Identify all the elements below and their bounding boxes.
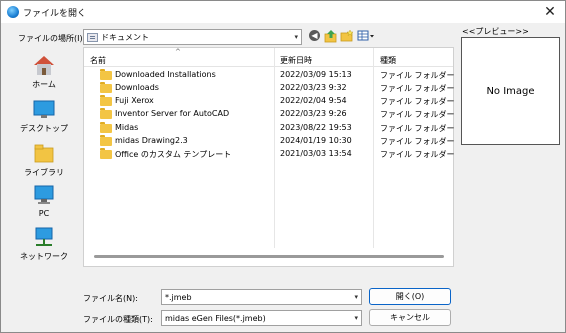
list-item[interactable]: Office のカスタム テンプレート 2021/03/03 13:54 ファイ… <box>84 148 455 161</box>
preview-placeholder: No Image <box>486 86 535 97</box>
place-pc[interactable]: PC <box>13 184 75 224</box>
list-item[interactable]: midas Drawing2.3 2024/01/19 10:30 ファイル フ… <box>84 135 455 148</box>
folder-icon <box>100 148 112 159</box>
place-network[interactable]: ネットワーク <box>13 226 75 266</box>
file-date: 2022/03/23 9:26 <box>280 109 347 118</box>
desktop-icon <box>32 98 56 120</box>
folder-icon <box>100 69 112 80</box>
chevron-down-icon[interactable]: ▾ <box>294 33 298 41</box>
title-bar: ファイルを開く ✕ <box>1 1 565 23</box>
file-name: Inventor Server for AutoCAD <box>115 109 230 118</box>
horizontal-scrollbar[interactable] <box>94 255 444 258</box>
filename-input[interactable]: *.jmeb ▾ <box>161 289 362 305</box>
places-bar: ホーム デスクトップ ライブラリ PC ネットワーク <box>13 46 75 269</box>
file-list-header: ^ 名前 更新日時 種類 <box>84 48 453 248</box>
list-item[interactable]: Downloads 2022/03/23 9:32 ファイル フォルダー <box>84 82 455 95</box>
place-label: ホーム <box>32 80 56 89</box>
place-home[interactable]: ホーム <box>13 54 75 94</box>
file-date: 2022/02/04 9:54 <box>280 96 347 105</box>
close-button[interactable]: ✕ <box>541 3 559 21</box>
file-name: Office のカスタム テンプレート <box>115 150 232 159</box>
place-label: デスクトップ <box>20 124 68 133</box>
column-name[interactable]: 名前 <box>90 55 106 66</box>
file-date: 2021/03/03 13:54 <box>280 149 352 158</box>
file-name: Midas <box>115 123 139 132</box>
preview-label: <<プレビュー>> <box>462 27 529 36</box>
place-label: ライブラリ <box>24 168 64 177</box>
filename-value: *.jmeb <box>165 293 192 302</box>
folder-icon <box>100 95 112 106</box>
filetype-value: midas eGen Files(*.jmeb) <box>165 314 266 323</box>
folder-icon <box>100 135 112 146</box>
file-type: ファイル フォルダー <box>380 84 455 93</box>
home-icon <box>32 54 56 76</box>
app-icon <box>7 6 19 18</box>
open-file-dialog: ファイルを開く ✕ ファイルの場所(I): ドキュメント ▾ ◀ ホーム デスク… <box>0 0 566 333</box>
file-date: 2023/08/22 19:53 <box>280 123 352 132</box>
file-type: ファイル フォルダー <box>380 150 455 159</box>
pc-icon <box>32 184 56 206</box>
place-desktop[interactable]: デスクトップ <box>13 98 75 138</box>
documents-folder-icon <box>87 33 98 42</box>
chevron-down-icon[interactable]: ▾ <box>354 314 358 322</box>
view-menu-icon[interactable] <box>357 29 375 43</box>
file-type: ファイル フォルダー <box>380 124 455 133</box>
file-date: 2022/03/09 15:13 <box>280 70 352 79</box>
column-date[interactable]: 更新日時 <box>280 55 312 66</box>
location-value: ドキュメント <box>101 33 149 42</box>
file-date: 2022/03/23 9:32 <box>280 83 347 92</box>
folder-icon <box>100 82 112 93</box>
file-type: ファイル フォルダー <box>380 71 455 80</box>
filetype-label: ファイルの種類(T): <box>83 315 153 324</box>
file-name: midas Drawing2.3 <box>115 136 188 145</box>
file-date: 2024/01/19 10:30 <box>280 136 352 145</box>
back-icon[interactable]: ◀ <box>309 30 320 41</box>
place-label: ネットワーク <box>20 252 68 261</box>
preview-pane: No Image <box>461 37 560 145</box>
location-label: ファイルの場所(I): <box>18 34 86 43</box>
network-icon <box>32 226 56 248</box>
list-item[interactable]: Midas 2023/08/22 19:53 ファイル フォルダー <box>84 122 455 135</box>
file-type: ファイル フォルダー <box>380 137 455 146</box>
list-item[interactable]: Downloaded Installations 2022/03/09 15:1… <box>84 69 455 82</box>
file-type: ファイル フォルダー <box>380 110 455 119</box>
new-folder-icon[interactable] <box>340 29 354 43</box>
filetype-select[interactable]: midas eGen Files(*.jmeb) ▾ <box>161 310 362 326</box>
location-combo[interactable]: ドキュメント ▾ <box>83 29 302 45</box>
place-library[interactable]: ライブラリ <box>13 142 75 182</box>
chevron-down-icon[interactable]: ▾ <box>354 293 358 301</box>
cancel-button[interactable]: キャンセル <box>369 309 451 326</box>
column-type[interactable]: 種類 <box>380 55 396 66</box>
file-name: Downloaded Installations <box>115 70 216 79</box>
folder-icon <box>100 122 112 133</box>
filename-label: ファイル名(N): <box>83 294 138 303</box>
up-folder-icon[interactable] <box>324 29 338 43</box>
list-item[interactable]: Inventor Server for AutoCAD 2022/03/23 9… <box>84 108 455 121</box>
list-item[interactable]: Fuji Xerox 2022/02/04 9:54 ファイル フォルダー <box>84 95 455 108</box>
file-name: Fuji Xerox <box>115 96 154 105</box>
window-title: ファイルを開く <box>23 9 87 19</box>
library-icon <box>32 142 56 164</box>
folder-icon <box>100 108 112 119</box>
open-button[interactable]: 開く(O) <box>369 288 451 305</box>
file-name: Downloads <box>115 83 159 92</box>
sort-ascending-icon: ^ <box>175 48 181 56</box>
file-list[interactable]: ^ 名前 更新日時 種類 Downloaded Installations 20… <box>83 47 455 267</box>
file-type: ファイル フォルダー <box>380 97 455 106</box>
place-label: PC <box>38 209 50 218</box>
